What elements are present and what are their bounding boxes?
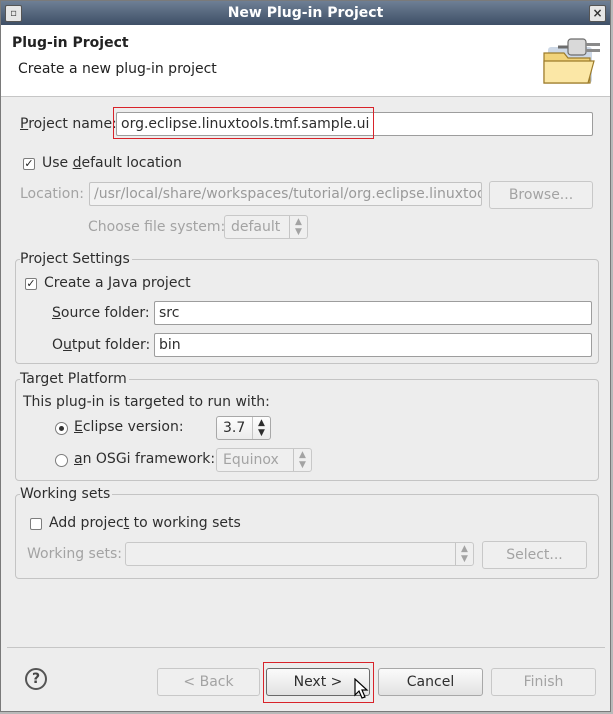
use-default-location-label: Use default location <box>42 155 182 171</box>
mouse-pointer-icon <box>354 678 369 699</box>
cancel-button[interactable]: Cancel <box>378 668 483 696</box>
osgi-framework-label: an OSGi framework: <box>74 451 216 467</box>
spinner-arrows-icon: ▲ ▼ <box>293 449 311 471</box>
project-name-highlight <box>113 107 374 139</box>
eclipse-version-value: 3.7 <box>223 420 246 436</box>
back-button[interactable]: < Back <box>157 668 260 696</box>
eclipse-version-radio[interactable] <box>55 422 68 435</box>
window-menu-icon[interactable]: ▫ <box>5 5 22 22</box>
wizard-banner: Plug-in Project Create a new plug-in pro… <box>1 25 610 97</box>
help-icon[interactable]: ? <box>25 668 47 690</box>
new-plugin-project-dialog: ▫ New Plug-in Project × Plug-in Project … <box>0 0 611 712</box>
source-folder-input[interactable]: src <box>154 301 592 325</box>
eclipse-version-select[interactable]: 3.7 ▲ ▼ <box>216 416 271 440</box>
project-name-label: Project name: <box>20 116 117 132</box>
working-sets-label: Working sets: <box>27 546 122 562</box>
source-folder-label: Source folder: <box>52 305 150 321</box>
location-label: Location: <box>20 186 84 202</box>
spinner-arrows-icon: ▲ ▼ <box>252 417 270 439</box>
create-java-project-label: Create a Java project <box>44 275 191 291</box>
banner-title: Plug-in Project <box>12 35 129 51</box>
file-system-label: Choose file system: <box>88 219 226 235</box>
finish-button[interactable]: Finish <box>491 668 596 696</box>
window-title: New Plug-in Project <box>227 5 384 21</box>
osgi-framework-radio[interactable] <box>55 454 68 467</box>
target-platform-description: This plug-in is targeted to run with: <box>23 394 270 410</box>
output-folder-label: Output folder: <box>52 337 151 353</box>
browse-button[interactable]: Browse... <box>489 181 593 209</box>
select-working-sets-button[interactable]: Select... <box>482 541 587 569</box>
spinner-arrows-icon: ▲ ▼ <box>289 216 307 238</box>
osgi-framework-select[interactable]: Equinox ▲ ▼ <box>216 448 312 472</box>
new-plugin-wizard-icon <box>543 38 600 84</box>
close-icon[interactable]: × <box>589 5 606 22</box>
spinner-arrows-icon: ▲ ▼ <box>455 543 473 565</box>
use-default-location-checkbox[interactable]: ✓ <box>23 158 35 170</box>
banner-description: Create a new plug-in project <box>18 61 217 77</box>
footer-separator <box>7 647 605 648</box>
eclipse-version-label: Eclipse version: <box>74 419 184 435</box>
title-bar[interactable]: ▫ New Plug-in Project × <box>1 1 610 25</box>
osgi-framework-value: Equinox <box>223 452 279 468</box>
file-system-value: default <box>231 219 281 235</box>
add-to-working-sets-checkbox[interactable] <box>30 518 42 530</box>
add-to-working-sets-label: Add project to working sets <box>49 515 241 531</box>
file-system-select[interactable]: default ▲ ▼ <box>224 215 308 239</box>
create-java-project-checkbox[interactable]: ✓ <box>25 278 37 290</box>
target-platform-title: Target Platform <box>20 371 129 387</box>
location-input[interactable]: /usr/local/share/workspaces/tutorial/org… <box>89 182 482 206</box>
output-folder-input[interactable]: bin <box>154 333 592 357</box>
working-sets-title: Working sets <box>20 486 113 502</box>
project-settings-title: Project Settings <box>20 251 132 267</box>
working-sets-select[interactable]: ▲ ▼ <box>125 542 474 566</box>
